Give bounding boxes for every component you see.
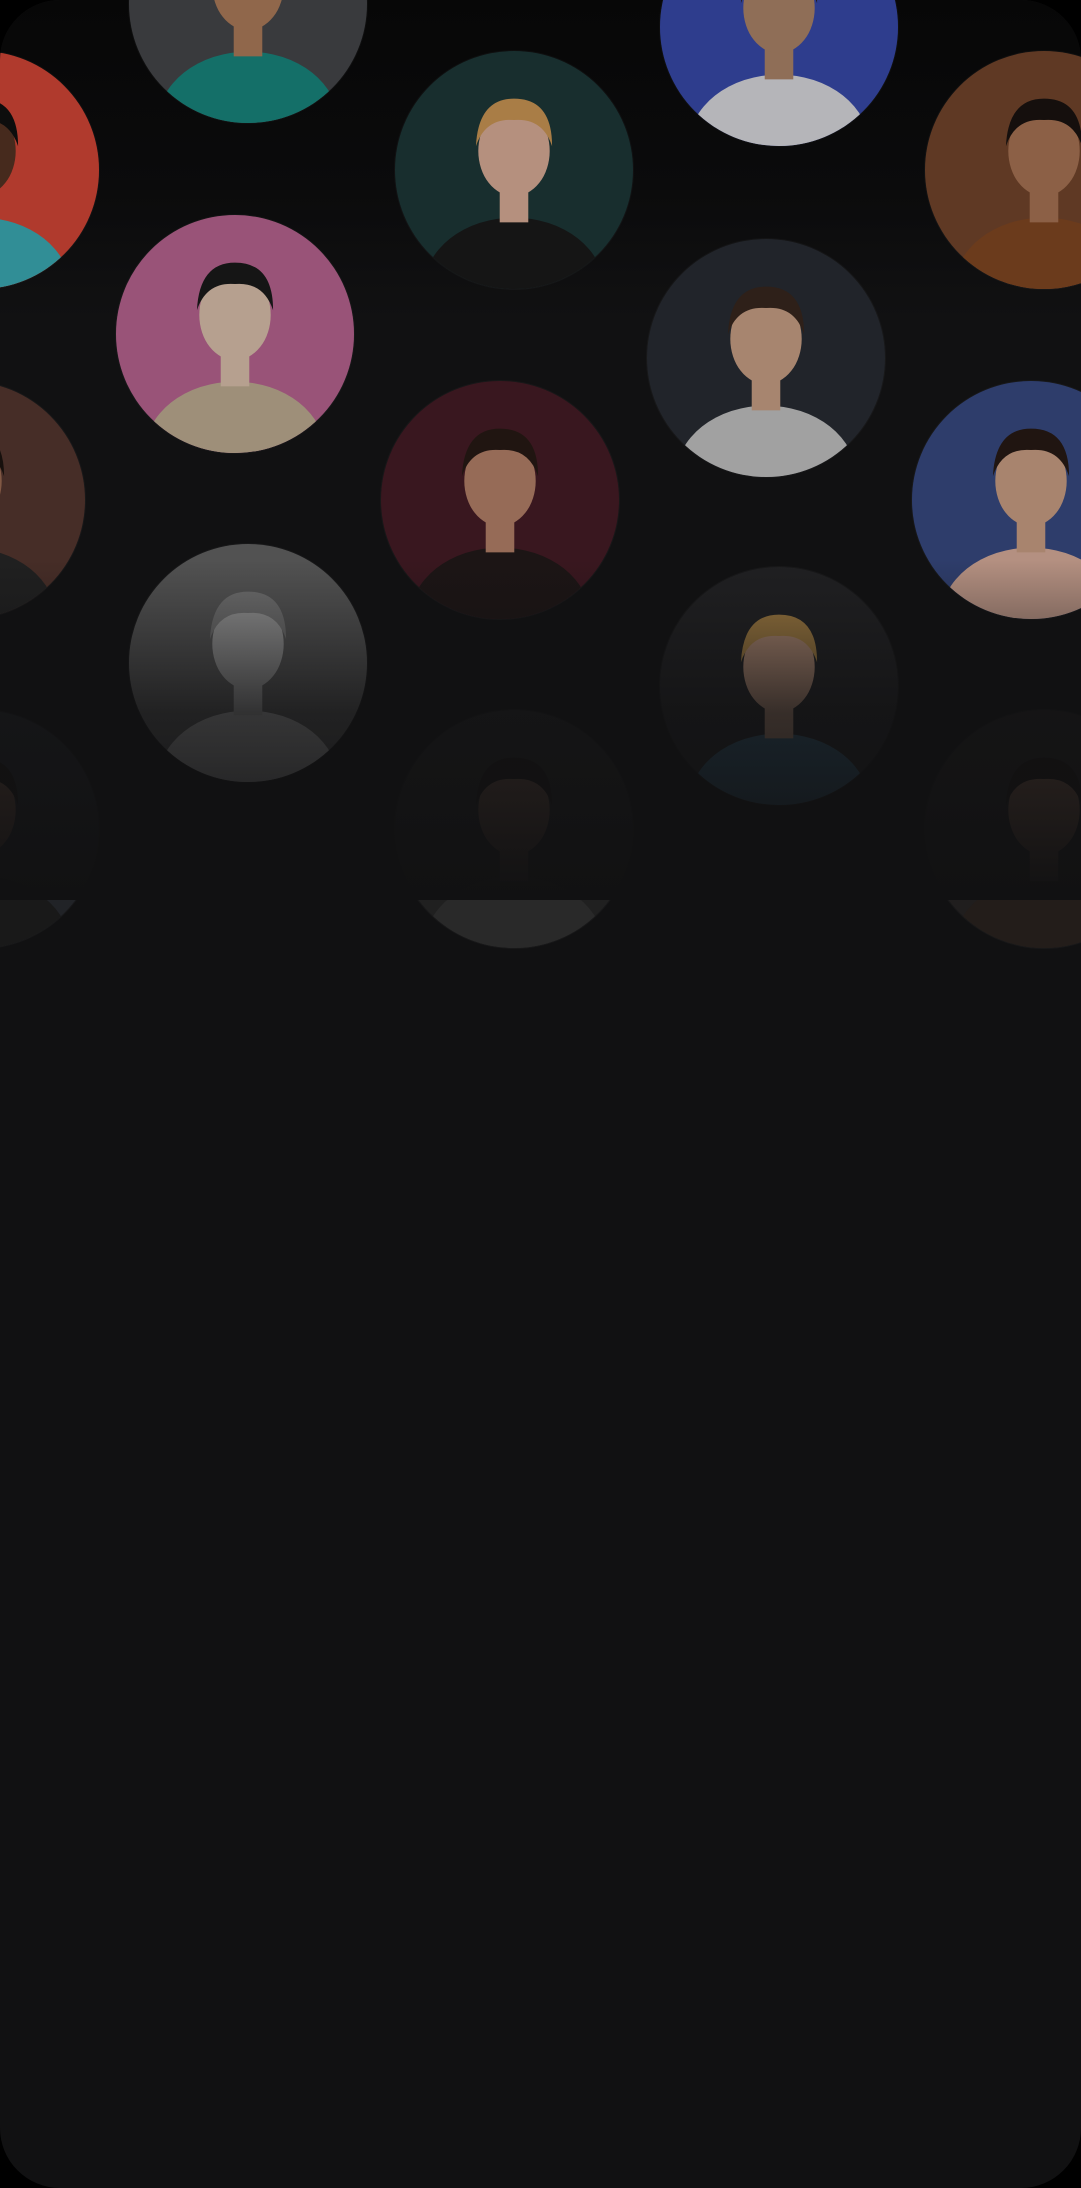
artist-bubble-grid [0,0,1081,948]
artist-teal-shirt-bubble[interactable] [0,51,99,289]
artist-dim-center-bubble[interactable] [395,710,633,948]
screen [0,0,1081,2188]
artist-dim-left-portrait [0,710,99,948]
artist-grey-jacket-bubble[interactable] [647,239,885,477]
artist-green-dress-bubble[interactable] [129,0,367,123]
artist-blonde-mic-bubble[interactable] [395,51,633,289]
artist-pink-suit-portrait [912,381,1081,619]
artist-dim-right-portrait [925,710,1081,948]
artist-monochrome-portrait [129,544,367,782]
artist-green-hair-portrait [116,215,354,453]
artist-blonde-mic-portrait [395,51,633,289]
artist-dim-center-portrait [395,710,633,948]
artist-green-hair-bubble[interactable] [116,215,354,453]
artist-dark-stage-portrait [0,381,85,619]
artist-green-dress-portrait [129,0,367,123]
artist-blonde-colorful-portrait [660,567,898,805]
artist-black-jacket-portrait [381,381,619,619]
artist-blonde-colorful-bubble[interactable] [660,567,898,805]
artist-grey-jacket-portrait [647,239,885,477]
artist-brown-shirt-bubble[interactable] [925,51,1081,289]
artist-dim-right-bubble[interactable] [925,710,1081,948]
artist-brown-shirt-portrait [925,51,1081,289]
artist-dim-left-bubble[interactable] [0,710,99,948]
artist-white-suit-portrait [660,0,898,146]
artist-monochrome-bubble[interactable] [129,544,367,782]
artist-teal-shirt-portrait [0,51,99,289]
artist-pink-suit-bubble[interactable] [912,381,1081,619]
artist-black-jacket-bubble[interactable] [381,381,619,619]
artist-dark-stage-bubble[interactable] [0,381,85,619]
artist-white-suit-bubble[interactable] [660,0,898,146]
